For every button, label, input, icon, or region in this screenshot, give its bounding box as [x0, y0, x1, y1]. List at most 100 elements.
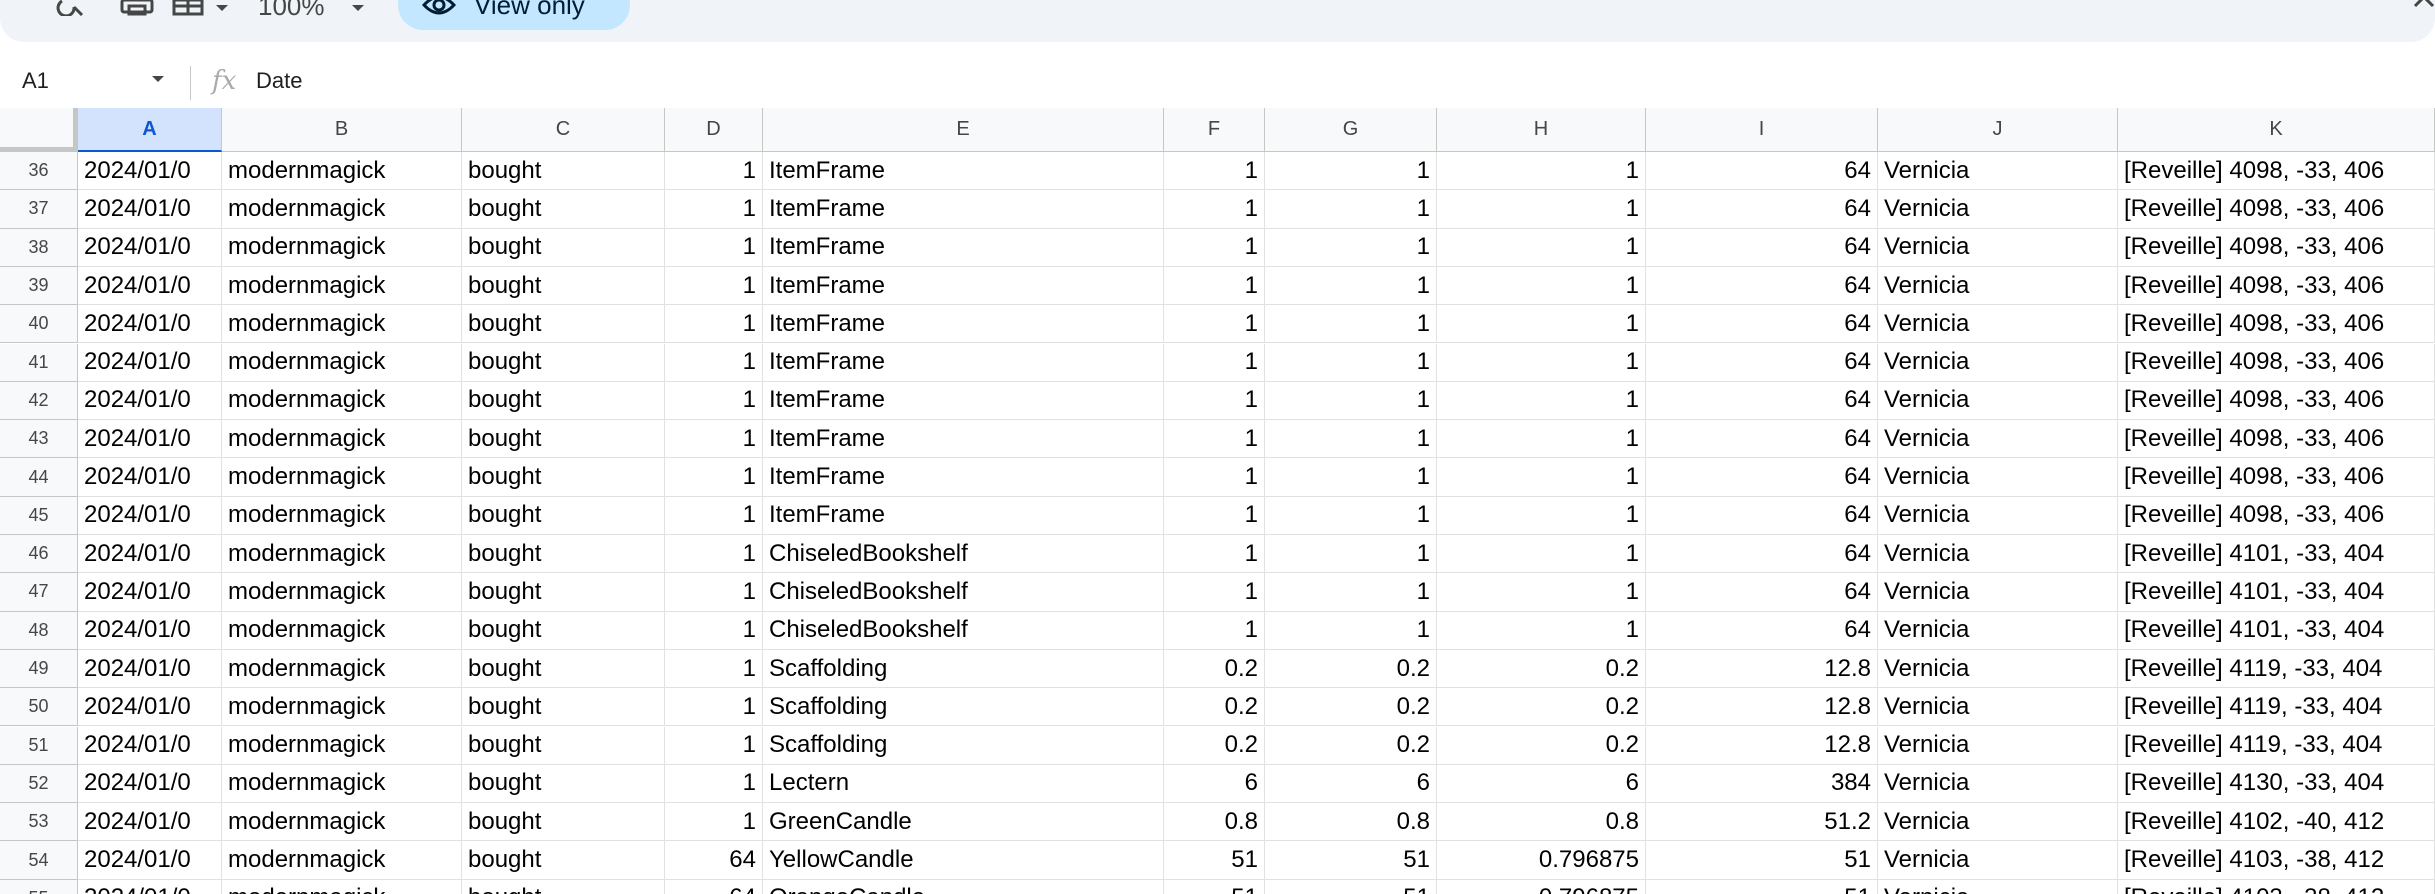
cell-h[interactable]: 0.2: [1437, 726, 1646, 765]
zoom-select[interactable]: 100%: [258, 0, 325, 22]
cell-g[interactable]: 1: [1265, 573, 1437, 612]
cell-i[interactable]: 51.2: [1646, 803, 1878, 842]
cell-g[interactable]: 0.2: [1265, 649, 1437, 689]
row-header[interactable]: 40: [0, 305, 78, 344]
cell-f[interactable]: 1: [1164, 228, 1265, 267]
cell-c[interactable]: bought: [462, 535, 665, 574]
paint-format-icon[interactable]: [172, 0, 204, 16]
cell-j[interactable]: Vernicia: [1878, 726, 2118, 765]
cell-d[interactable]: 1: [665, 688, 763, 727]
cell-j[interactable]: Vernicia: [1878, 573, 2118, 612]
row-header[interactable]: 46: [0, 535, 78, 574]
cell-d[interactable]: 64: [665, 841, 763, 880]
column-header-i[interactable]: I: [1646, 108, 1878, 152]
cell-k[interactable]: [Reveille] 4098, -33, 406: [2118, 496, 2435, 535]
cell-c[interactable]: bought: [462, 381, 665, 421]
cell-c[interactable]: bought: [462, 611, 665, 650]
column-header-c[interactable]: C: [462, 108, 665, 152]
cell-e[interactable]: Scaffolding: [763, 688, 1164, 727]
cell-f[interactable]: 1: [1164, 458, 1265, 497]
cell-h[interactable]: 1: [1437, 420, 1646, 459]
cell-e[interactable]: ChiseledBookshelf: [763, 573, 1164, 612]
cell-f[interactable]: 1: [1164, 381, 1265, 421]
cell-h[interactable]: 1: [1437, 190, 1646, 229]
cell-a[interactable]: 2024/01/0: [78, 458, 222, 497]
cell-j[interactable]: Vernicia: [1878, 152, 2118, 191]
cell-i[interactable]: 64: [1646, 305, 1878, 344]
row-header[interactable]: 42: [0, 381, 78, 421]
cell-j[interactable]: Vernicia: [1878, 228, 2118, 267]
cell-g[interactable]: 6: [1265, 764, 1437, 804]
cell-d[interactable]: 1: [665, 228, 763, 267]
cell-k[interactable]: [Reveille] 4119, -33, 404: [2118, 649, 2435, 689]
cell-f[interactable]: 1: [1164, 535, 1265, 574]
cell-j[interactable]: Vernicia: [1878, 764, 2118, 804]
cell-a[interactable]: 2024/01/0: [78, 381, 222, 421]
row-header[interactable]: 36: [0, 152, 78, 191]
row-header[interactable]: 48: [0, 611, 78, 650]
cell-b[interactable]: modernmagick: [222, 688, 462, 727]
cell-e[interactable]: ItemFrame: [763, 343, 1164, 382]
cell-h[interactable]: 1: [1437, 152, 1646, 191]
cell-g[interactable]: 1: [1265, 343, 1437, 382]
cell-c[interactable]: bought: [462, 305, 665, 344]
cell-h[interactable]: 1: [1437, 573, 1646, 612]
cell-d[interactable]: 1: [665, 420, 763, 459]
cell-f[interactable]: 0.8: [1164, 803, 1265, 842]
cell-e[interactable]: OrangeCandle: [763, 879, 1164, 894]
cell-i[interactable]: 64: [1646, 190, 1878, 229]
cell-e[interactable]: YellowCandle: [763, 841, 1164, 880]
row-header[interactable]: 55: [0, 879, 78, 894]
cell-c[interactable]: bought: [462, 726, 665, 765]
row-header[interactable]: 38: [0, 228, 78, 267]
cell-a[interactable]: 2024/01/0: [78, 343, 222, 382]
cell-a[interactable]: 2024/01/0: [78, 190, 222, 229]
cell-b[interactable]: modernmagick: [222, 764, 462, 804]
cell-f[interactable]: 1: [1164, 573, 1265, 612]
cell-b[interactable]: modernmagick: [222, 228, 462, 267]
cell-f[interactable]: 1: [1164, 152, 1265, 191]
cell-d[interactable]: 1: [665, 266, 763, 306]
cell-k[interactable]: [Reveille] 4098, -33, 406: [2118, 305, 2435, 344]
cell-a[interactable]: 2024/01/0: [78, 573, 222, 612]
cell-d[interactable]: 1: [665, 343, 763, 382]
cell-d[interactable]: 1: [665, 496, 763, 535]
cell-a[interactable]: 2024/01/0: [78, 420, 222, 459]
view-only-button[interactable]: View only: [398, 0, 630, 30]
cell-d[interactable]: 1: [665, 803, 763, 842]
cell-d[interactable]: 1: [665, 305, 763, 344]
cell-k[interactable]: [Reveille] 4119, -33, 404: [2118, 688, 2435, 727]
cell-j[interactable]: Vernicia: [1878, 343, 2118, 382]
cell-g[interactable]: 1: [1265, 458, 1437, 497]
cell-a[interactable]: 2024/01/0: [78, 152, 222, 191]
cell-b[interactable]: modernmagick: [222, 420, 462, 459]
cell-d[interactable]: 64: [665, 879, 763, 894]
cell-g[interactable]: 1: [1265, 611, 1437, 650]
chevron-down-icon[interactable]: [214, 0, 230, 16]
cell-a[interactable]: 2024/01/0: [78, 496, 222, 535]
cell-i[interactable]: 64: [1646, 228, 1878, 267]
cell-g[interactable]: 1: [1265, 496, 1437, 535]
cell-k[interactable]: [Reveille] 4098, -33, 406: [2118, 190, 2435, 229]
cell-b[interactable]: modernmagick: [222, 152, 462, 191]
cell-e[interactable]: ItemFrame: [763, 266, 1164, 306]
cell-k[interactable]: [Reveille] 4102, -40, 412: [2118, 803, 2435, 842]
cell-d[interactable]: 1: [665, 726, 763, 765]
cell-j[interactable]: Vernicia: [1878, 381, 2118, 421]
print-icon[interactable]: [120, 0, 154, 16]
cell-k[interactable]: [Reveille] 4103, -38, 412: [2118, 841, 2435, 880]
cell-e[interactable]: ItemFrame: [763, 458, 1164, 497]
cell-b[interactable]: modernmagick: [222, 649, 462, 689]
cell-b[interactable]: modernmagick: [222, 381, 462, 421]
cell-i[interactable]: 51: [1646, 841, 1878, 880]
cell-b[interactable]: modernmagick: [222, 803, 462, 842]
cell-h[interactable]: 1: [1437, 305, 1646, 344]
cell-j[interactable]: Vernicia: [1878, 841, 2118, 880]
cell-j[interactable]: Vernicia: [1878, 190, 2118, 229]
cell-b[interactable]: modernmagick: [222, 190, 462, 229]
cell-j[interactable]: Vernicia: [1878, 266, 2118, 306]
cell-i[interactable]: 64: [1646, 458, 1878, 497]
cell-e[interactable]: ItemFrame: [763, 152, 1164, 191]
cell-b[interactable]: modernmagick: [222, 535, 462, 574]
cell-a[interactable]: 2024/01/0: [78, 803, 222, 842]
